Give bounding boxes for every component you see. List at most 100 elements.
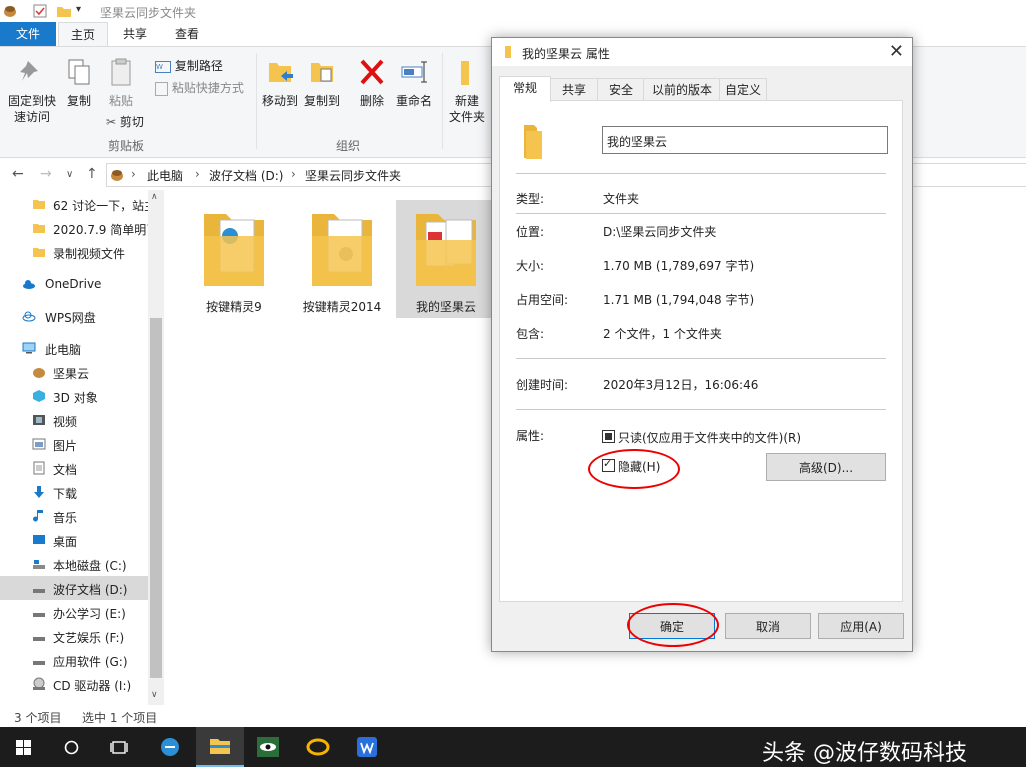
start-button[interactable]	[0, 727, 48, 767]
file-item[interactable]: 按键精灵2014	[296, 200, 388, 318]
tab-home[interactable]: 主页	[58, 22, 108, 46]
advanced-button[interactable]: 高级(D)...	[766, 453, 886, 481]
nav-scrollbar[interactable]: ∧ ∨	[148, 190, 164, 705]
nav-item-drive-c[interactable]: 本地磁盘 (C:)	[0, 552, 148, 576]
hidden-checkbox-box[interactable]: ✓	[602, 457, 615, 472]
properties-quick-icon[interactable]	[32, 3, 48, 19]
nav-item-quick-3[interactable]: 录制视频文件	[0, 240, 148, 264]
nav-item-drive-f[interactable]: 文艺娱乐 (F:)	[0, 624, 148, 648]
copy-path-button[interactable]: W 复制路径	[155, 57, 223, 74]
document-icon	[33, 461, 45, 475]
pin-quick-access-button[interactable]: 固定到快 速访问	[4, 57, 60, 125]
nav-item-drive-e[interactable]: 办公学习 (E:)	[0, 600, 148, 624]
breadcrumb-current-folder[interactable]: 坚果云同步文件夹	[305, 167, 401, 184]
nav-item-quick-2[interactable]: 2020.7.9 简单明了	[0, 216, 158, 240]
tab-previous-versions[interactable]: 以前的版本	[643, 78, 721, 101]
copy-to-button[interactable]: 复制到	[302, 57, 342, 109]
windows-logo-icon	[16, 740, 31, 755]
nav-item-pictures[interactable]: 图片	[0, 432, 148, 456]
breadcrumb-drive-d[interactable]: 波仔文档 (D:)	[209, 167, 283, 184]
folder-with-pdf-icon	[416, 214, 476, 286]
scroll-up-icon[interactable]: ∧	[151, 192, 158, 202]
tab-security[interactable]: 安全	[597, 78, 645, 101]
close-icon[interactable]: ✕	[889, 41, 904, 62]
file-explorer-icon	[210, 739, 230, 754]
selected-count: 选中 1 个项目	[82, 711, 158, 725]
new-folder-quick-icon[interactable]	[56, 3, 72, 19]
taskbar-ie[interactable]	[146, 727, 194, 767]
cut-button[interactable]: ✂ 剪切	[106, 113, 144, 130]
file-item-selected[interactable]: 我的坚果云	[396, 200, 496, 318]
nav-item-nutstore[interactable]: 坚果云	[0, 360, 148, 384]
forward-arrow-icon[interactable]: →	[40, 166, 52, 182]
cloud-outline-icon	[22, 311, 36, 322]
apply-button[interactable]: 应用(A)	[818, 613, 904, 639]
internet-explorer-icon	[161, 738, 179, 756]
nutstore-ring-icon	[306, 738, 330, 756]
task-view-button[interactable]	[96, 727, 144, 767]
scroll-thumb[interactable]	[150, 318, 162, 678]
taskbar-app-eye[interactable]	[244, 727, 292, 767]
nav-item-downloads[interactable]: 下载	[0, 480, 148, 504]
nav-item-desktop[interactable]: 桌面	[0, 528, 148, 552]
file-item[interactable]: 按键精灵9	[188, 200, 280, 318]
nav-item-cd-drive[interactable]: CD 驱动器 (I:)	[0, 672, 148, 696]
copy-to-icon	[311, 63, 333, 82]
eye-app-icon	[257, 737, 279, 757]
drive-icon	[33, 589, 45, 593]
taskbar-file-explorer[interactable]	[196, 727, 244, 767]
cloud-icon	[23, 280, 35, 289]
ribbon-separator	[442, 53, 443, 149]
nav-item-videos[interactable]: 视频	[0, 408, 148, 432]
back-arrow-icon[interactable]: ←	[12, 166, 24, 182]
copy-button[interactable]: 复制	[62, 57, 96, 109]
new-folder-button[interactable]: 新建 文件夹	[446, 57, 488, 125]
nav-item-drive-d[interactable]: 波仔文档 (D:)	[0, 576, 148, 600]
readonly-checkbox-box[interactable]	[602, 430, 615, 443]
folder-icon	[33, 200, 45, 209]
drive-icon	[33, 661, 45, 665]
move-to-button[interactable]: 移动到	[260, 57, 300, 109]
film-icon	[33, 415, 45, 425]
nav-item-onedrive[interactable]: OneDrive	[0, 272, 148, 296]
delete-x-icon	[360, 59, 384, 85]
folder-name-input[interactable]: 我的坚果云	[602, 126, 888, 154]
dialog-title-bar: 我的坚果云 属性 ✕	[492, 38, 912, 66]
tab-file[interactable]: 文件	[0, 22, 56, 46]
nav-item-this-pc[interactable]: 此电脑	[0, 336, 148, 360]
recent-dropdown-icon[interactable]: ∨	[66, 169, 73, 180]
taskbar-nutstore[interactable]	[294, 727, 342, 767]
move-to-icon	[269, 63, 293, 82]
search-button[interactable]	[48, 727, 96, 767]
cd-drive-icon	[33, 677, 45, 690]
contains-value: 2 个文件，1 个文件夹	[603, 327, 722, 341]
customize-quick-access-icon[interactable]: ▾	[76, 4, 81, 15]
properties-dialog: 我的坚果云 属性 ✕ 常规 共享 安全 以前的版本 自定义 我的坚果云 类型: …	[491, 37, 913, 652]
rename-button[interactable]: 重命名	[394, 57, 434, 109]
up-arrow-icon[interactable]: ↑	[86, 166, 98, 182]
ok-button[interactable]: 确定	[629, 613, 715, 639]
nav-item-3d-objects[interactable]: 3D 对象	[0, 384, 148, 408]
picture-icon	[32, 438, 46, 450]
delete-button[interactable]: 删除	[356, 57, 388, 109]
tab-view[interactable]: 查看	[164, 22, 210, 46]
tab-sharing[interactable]: 共享	[549, 78, 599, 101]
search-circle-icon	[64, 740, 79, 755]
tab-customize[interactable]: 自定义	[719, 78, 767, 101]
nav-item-music[interactable]: 音乐	[0, 504, 148, 528]
nav-item-documents[interactable]: 文档	[0, 456, 148, 480]
cancel-button[interactable]: 取消	[725, 613, 811, 639]
paste-shortcut-button[interactable]: 粘贴快捷方式	[155, 79, 244, 96]
nav-item-quick-1[interactable]: 62 讨论一下，站主	[0, 192, 156, 216]
checkmark-icon: ✓	[603, 457, 613, 470]
breadcrumb-this-pc[interactable]: 此电脑	[147, 167, 183, 184]
tab-general[interactable]: 常规	[499, 76, 551, 102]
taskbar-wps[interactable]	[344, 727, 392, 767]
nav-item-wps[interactable]: WPS网盘	[0, 304, 148, 328]
scroll-down-icon[interactable]: ∨	[151, 690, 158, 700]
tab-share[interactable]: 共享	[112, 22, 158, 46]
wps-icon	[357, 737, 377, 757]
status-bar: 3 个项目 选中 1 个项目	[0, 705, 1026, 727]
nav-item-drive-g[interactable]: 应用软件 (G:)	[0, 648, 148, 672]
paste-button[interactable]: 粘贴	[104, 57, 138, 109]
